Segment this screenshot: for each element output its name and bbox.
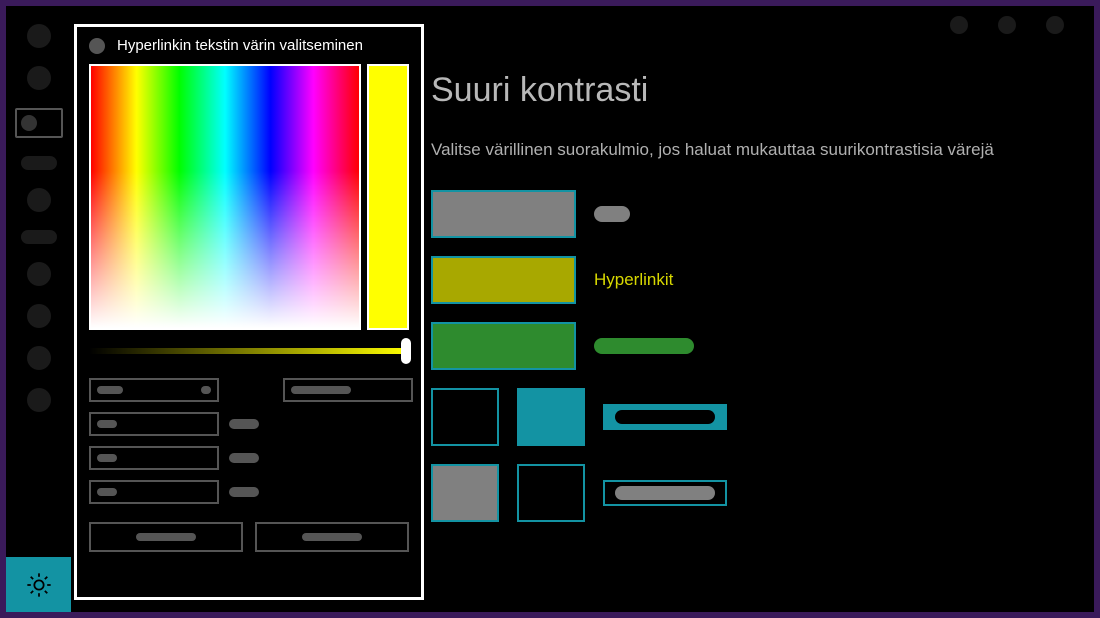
swatch-row-selected	[431, 388, 1064, 446]
rail-item-2[interactable]	[27, 66, 51, 90]
color-picker-dialog: Hyperlinkin tekstin värin valitseminen	[74, 24, 424, 600]
back-icon[interactable]	[89, 38, 105, 54]
slider-thumb[interactable]	[401, 338, 411, 364]
picker-title: Hyperlinkin tekstin värin valitseminen	[117, 37, 363, 54]
window-min-icon[interactable]	[950, 16, 968, 34]
rail-item-selected[interactable]	[15, 108, 63, 138]
swatch-row-button	[431, 464, 1064, 522]
rail-pill-1[interactable]	[21, 156, 57, 170]
field-b[interactable]	[89, 480, 219, 504]
field-b-label	[229, 487, 259, 497]
field-r-label	[229, 419, 259, 429]
field-b-row	[89, 480, 259, 504]
rail-item-1[interactable]	[27, 24, 51, 48]
swatch-button-label-box	[603, 480, 727, 506]
swatch-selected-bg[interactable]	[517, 388, 585, 446]
rail-pill-2[interactable]	[21, 230, 57, 244]
swatch-button-label	[615, 486, 715, 500]
field-model[interactable]	[89, 378, 219, 402]
swatch-button-bg[interactable]	[517, 464, 585, 522]
swatch-text[interactable]	[431, 190, 576, 238]
window-controls	[950, 16, 1064, 34]
window-close-icon[interactable]	[1046, 16, 1064, 34]
picker-header: Hyperlinkin tekstin värin valitseminen	[89, 37, 409, 54]
rail-item-4[interactable]	[27, 262, 51, 286]
field-r-row	[89, 412, 259, 436]
swatch-hyperlink-label: Hyperlinkit	[594, 270, 673, 290]
field-g[interactable]	[89, 446, 219, 470]
swatch-row-hyperlink: Hyperlinkit	[431, 256, 1064, 304]
main-content: Suuri kontrasti Valitse värillinen suora…	[431, 71, 1064, 540]
brightness-icon	[25, 571, 53, 599]
ok-button[interactable]	[89, 522, 243, 552]
page-title: Suuri kontrasti	[431, 71, 1064, 110]
swatch-selected-fg[interactable]	[431, 388, 499, 446]
window-max-icon[interactable]	[998, 16, 1016, 34]
sidebar-rail	[6, 6, 71, 612]
field-g-label	[229, 453, 259, 463]
rail-item-3[interactable]	[27, 188, 51, 212]
rail-item-5[interactable]	[27, 304, 51, 328]
instruction-text: Valitse värillinen suorakulmio, jos halu…	[431, 140, 1064, 160]
swatch-disabled[interactable]	[431, 322, 576, 370]
swatch-hyperlink[interactable]	[431, 256, 576, 304]
swatch-text-label	[594, 206, 630, 222]
swatch-disabled-label	[594, 338, 694, 354]
value-slider[interactable]	[89, 348, 409, 354]
picker-buttons	[89, 522, 409, 552]
swatch-selected-label-box	[603, 404, 727, 430]
swatch-row-text	[431, 190, 1064, 238]
swatch-button-fg[interactable]	[431, 464, 499, 522]
color-fields	[89, 378, 409, 504]
picker-body	[89, 64, 409, 330]
color-preview	[367, 64, 409, 330]
swatch-selected-label	[615, 410, 715, 424]
color-spectrum[interactable]	[89, 64, 361, 330]
field-r[interactable]	[89, 412, 219, 436]
cancel-button[interactable]	[255, 522, 409, 552]
rail-item-6[interactable]	[27, 346, 51, 370]
field-g-row	[89, 446, 259, 470]
brightness-button[interactable]	[6, 557, 71, 612]
field-hex[interactable]	[283, 378, 413, 402]
rail-item-7[interactable]	[27, 388, 51, 412]
swatch-row-disabled	[431, 322, 1064, 370]
